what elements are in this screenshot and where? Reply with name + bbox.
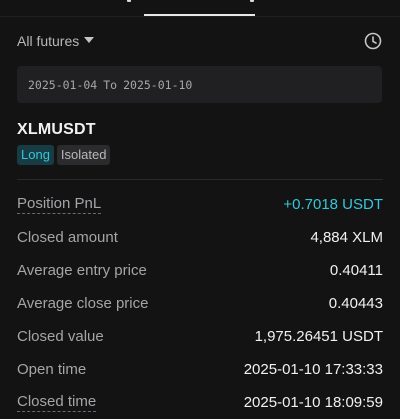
position-badges: Long Isolated [17,145,111,165]
futures-filter-dropdown[interactable]: All futures [17,33,95,49]
tab-label-fragment[interactable] [127,0,131,2]
detail-row-closed-amount: Closed amount 4,884 XLM [17,221,383,254]
detail-label: Open time [17,361,87,378]
date-range-start: 2025-01-04 [28,77,98,92]
detail-label: Average entry price [17,262,147,279]
futures-filter-label: All futures [17,33,80,49]
detail-value: 2025-01-10 17:33:33 [243,361,383,378]
detail-row-closed-time: Closed time 2025-01-10 18:09:59 [17,386,383,419]
date-range-picker[interactable]: 2025-01-04 To 2025-01-10 [17,66,382,103]
detail-row-closed-value: Closed value 1,975.26451 USDT [17,320,383,353]
detail-row-average-close-price: Average close price 0.40443 [17,287,383,320]
detail-value: 2025-01-10 18:09:59 [243,394,383,411]
detail-label[interactable]: Closed time [17,393,97,412]
detail-value: +0.7018 USDT [283,196,383,213]
top-tab-bar [0,0,400,18]
detail-label: Closed value [17,328,104,345]
detail-value: 0.40443 [328,295,383,312]
detail-row-position-pnl: Position PnL +0.7018 USDT [17,188,383,221]
clock-icon[interactable] [363,31,383,51]
detail-row-average-entry-price: Average entry price 0.40411 [17,254,383,287]
detail-label: Closed amount [17,229,118,246]
date-range-end: 2025-01-10 [123,77,193,92]
filter-row: All futures [17,30,383,52]
detail-row-open-time: Open time 2025-01-10 17:33:33 [17,353,383,386]
position-details: Position PnL +0.7018 USDT Closed amount … [17,188,383,419]
tab-label-fragment[interactable] [250,0,254,2]
detail-label[interactable]: Position PnL [17,195,102,214]
caret-down-icon [84,37,95,43]
side-badge: Long [17,145,54,165]
detail-value: 0.40411 [329,262,383,279]
margin-mode-badge: Isolated [56,145,111,165]
position-symbol: XLMUSDT [17,121,96,138]
section-divider [17,179,383,180]
date-range-separator: To [103,77,118,92]
tab-divider [0,16,400,17]
detail-label: Average close price [17,295,149,312]
detail-value: 1,975.26451 USDT [254,328,383,345]
detail-value: 4,884 XLM [310,229,383,246]
